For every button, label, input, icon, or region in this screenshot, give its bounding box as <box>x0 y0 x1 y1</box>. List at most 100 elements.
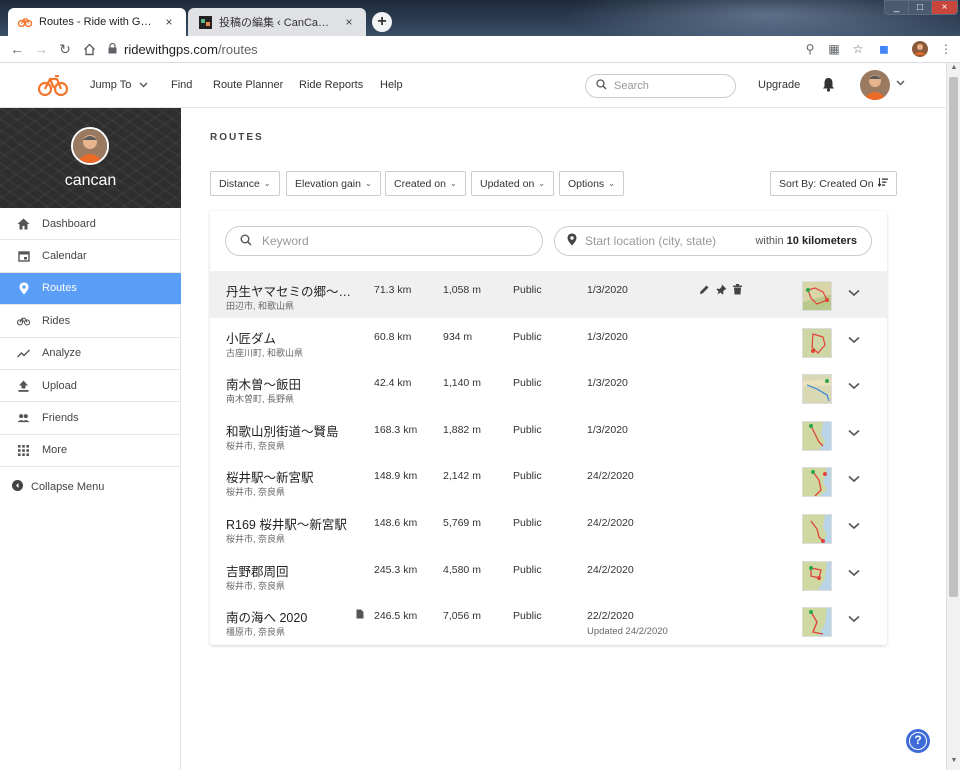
route-map-thumbnail[interactable] <box>802 560 832 591</box>
route-row[interactable]: 丹生ヤマセミの郷〜… 田辺市, 和歌山県 71.3 km 1,058 m Public 1… <box>210 271 887 318</box>
route-privacy: Public <box>513 284 542 296</box>
window-minimize-button[interactable]: _ <box>884 0 909 15</box>
sidebar-item-routes[interactable]: Routes <box>0 272 181 306</box>
chevron-down-icon[interactable] <box>848 519 860 533</box>
route-name[interactable]: 吉野郡周回 <box>226 561 289 580</box>
page-scrollbar[interactable]: ▲ ▼ <box>946 63 960 770</box>
filter-elevation-gain[interactable]: Elevation gain ⌄ <box>286 171 381 196</box>
route-name[interactable]: 小匠ダム <box>226 328 276 347</box>
route-name[interactable]: 南の海へ 2020 <box>226 607 307 626</box>
scrollbar-thumb[interactable] <box>949 77 958 597</box>
header-search-input[interactable]: Search <box>585 74 736 98</box>
chevron-down-icon[interactable] <box>848 612 860 626</box>
sort-button[interactable]: Sort By: Created On <box>770 171 897 196</box>
route-row[interactable]: 南の海へ 2020 橿原市, 奈良県 246.5 km 7,056 m Public 22… <box>210 597 887 644</box>
sidebar-item-calendar[interactable]: Calendar <box>0 240 181 273</box>
route-map-thumbnail[interactable] <box>802 327 832 358</box>
bookmark-star-icon[interactable]: ☆ <box>850 41 866 57</box>
route-row[interactable]: 小匠ダム 古座川町, 和歌山県 60.8 km 934 m Public 1/3/2020 <box>210 318 887 365</box>
user-avatar[interactable] <box>860 70 890 100</box>
start-location-input[interactable]: Start location (city, state) within 10 k… <box>554 226 872 256</box>
home-button-icon[interactable] <box>80 40 98 58</box>
route-row[interactable]: 南木曽〜飯田 南木曽町, 長野県 42.4 km 1,140 m Public 1/3/2… <box>210 364 887 411</box>
grid-icon <box>17 444 30 457</box>
route-name[interactable]: R169 桜井駅〜新宮駅 <box>226 514 347 533</box>
collapse-menu-button[interactable]: Collapse Menu <box>12 480 104 494</box>
nav-route-planner[interactable]: Route Planner <box>213 79 283 91</box>
radius-selector[interactable]: within 10 kilometers <box>755 235 857 247</box>
chevron-down-icon[interactable] <box>848 379 860 393</box>
chevron-down-icon[interactable] <box>848 333 860 347</box>
route-map-thumbnail[interactable] <box>802 281 832 311</box>
help-button[interactable]: ? <box>906 729 930 753</box>
sidebar-item-friends[interactable]: Friends <box>0 402 181 435</box>
window-maximize-button[interactable]: □ <box>908 0 932 15</box>
route-map-thumbnail[interactable] <box>802 607 832 638</box>
route-name[interactable]: 丹生ヤマセミの郷〜… <box>226 281 351 300</box>
browser-tab-blog[interactable]: 投稿の編集 ‹ CanCanの気楽な… × <box>188 8 366 36</box>
pin-icon[interactable] <box>716 284 727 298</box>
document-icon <box>356 608 364 622</box>
routes-card: Keyword Start location (city, state) wit… <box>210 211 887 645</box>
route-location: 古座川町, 和歌山県 <box>226 347 304 358</box>
profile-avatar[interactable] <box>71 127 109 165</box>
route-location: 桜井市, 奈良県 <box>226 580 286 591</box>
profile-username[interactable]: cancan <box>0 172 181 190</box>
address-bar[interactable]: ridewithgps.com/routes <box>108 39 818 60</box>
profile-avatar-icon[interactable] <box>912 41 928 57</box>
route-name[interactable]: 桜井駅〜新宮駅 <box>226 467 314 486</box>
keyword-search-input[interactable]: Keyword <box>225 226 543 256</box>
sidebar-item-dashboard[interactable]: Dashboard <box>0 208 181 241</box>
route-name[interactable]: 和歌山別街道〜賢島 <box>226 421 339 440</box>
chevron-down-icon[interactable] <box>848 566 860 580</box>
sidebar: cancan Dashboard Calendar Routes Rides A… <box>0 108 181 770</box>
sidebar-item-analyze[interactable]: Analyze <box>0 338 181 370</box>
trash-icon[interactable] <box>733 284 742 298</box>
chevron-down-icon[interactable] <box>848 472 860 486</box>
nav-ride-reports[interactable]: Ride Reports <box>299 79 363 91</box>
route-row[interactable]: 桜井駅〜新宮駅 桜井市, 奈良県 148.9 km 2,142 m Public 24/2… <box>210 457 887 504</box>
window-close-button[interactable]: × <box>931 0 958 15</box>
scroll-down-arrow-icon[interactable]: ▼ <box>947 757 960 769</box>
scroll-up-arrow-icon[interactable]: ▲ <box>947 64 960 76</box>
new-tab-button[interactable]: + <box>372 12 392 32</box>
chevron-down-icon[interactable] <box>848 426 860 440</box>
route-name[interactable]: 南木曽〜飯田 <box>226 374 301 393</box>
route-map-thumbnail[interactable] <box>802 513 832 544</box>
key-icon[interactable]: ⚲ <box>802 41 818 57</box>
reload-icon[interactable]: ↻ <box>56 40 74 58</box>
filter-updated-on[interactable]: Updated on ⌄ <box>471 171 554 196</box>
route-created-date: 24/2/2020 <box>587 470 634 483</box>
chevron-down-icon[interactable] <box>848 286 860 300</box>
filter-options[interactable]: Options ⌄ <box>559 171 624 196</box>
route-map-thumbnail[interactable] <box>802 374 832 405</box>
route-map-thumbnail[interactable] <box>802 467 832 498</box>
route-row[interactable]: 吉野郡周回 桜井市, 奈良県 245.3 km 4,580 m Public 24/2/2… <box>210 551 887 598</box>
extension-icon[interactable]: ◼ <box>876 41 892 57</box>
route-row[interactable]: R169 桜井駅〜新宮駅 桜井市, 奈良県 148.6 km 5,769 m Publi… <box>210 504 887 551</box>
route-row[interactable]: 和歌山別街道〜賢島 桜井市, 奈良県 168.3 km 1,882 m Public 1/… <box>210 411 887 458</box>
nav-help[interactable]: Help <box>380 79 403 91</box>
chevron-down-icon: ⌄ <box>364 179 372 188</box>
sidebar-item-rides[interactable]: Rides <box>0 305 181 338</box>
tab-close-button[interactable]: × <box>162 15 176 29</box>
forward-arrow-icon[interactable]: → <box>32 40 50 58</box>
nav-find[interactable]: Find <box>171 79 192 91</box>
back-arrow-icon[interactable]: ← <box>8 40 26 58</box>
filter-distance[interactable]: Distance ⌄ <box>210 171 280 196</box>
chevron-down-icon: ⌄ <box>538 179 545 188</box>
edit-pencil-icon[interactable] <box>699 284 710 298</box>
notification-bell-icon[interactable] <box>822 77 835 95</box>
nav-jump-to[interactable]: Jump To <box>90 79 148 91</box>
upgrade-link[interactable]: Upgrade <box>758 79 800 91</box>
tab-close-button[interactable]: × <box>342 15 356 29</box>
sidebar-item-more[interactable]: More <box>0 435 181 468</box>
filter-created-on[interactable]: Created on ⌄ <box>385 171 466 196</box>
route-map-thumbnail[interactable] <box>802 420 832 451</box>
chrome-menu-icon[interactable]: ⋮ <box>938 41 954 57</box>
browser-tab-routes[interactable]: Routes - Ride with GPS × <box>8 8 186 36</box>
translate-icon[interactable]: ▦ <box>826 41 842 57</box>
avatar-menu-chevron-icon[interactable] <box>896 78 905 89</box>
ridewithgps-logo-icon[interactable] <box>37 74 69 100</box>
sidebar-item-upload[interactable]: Upload <box>0 370 181 403</box>
